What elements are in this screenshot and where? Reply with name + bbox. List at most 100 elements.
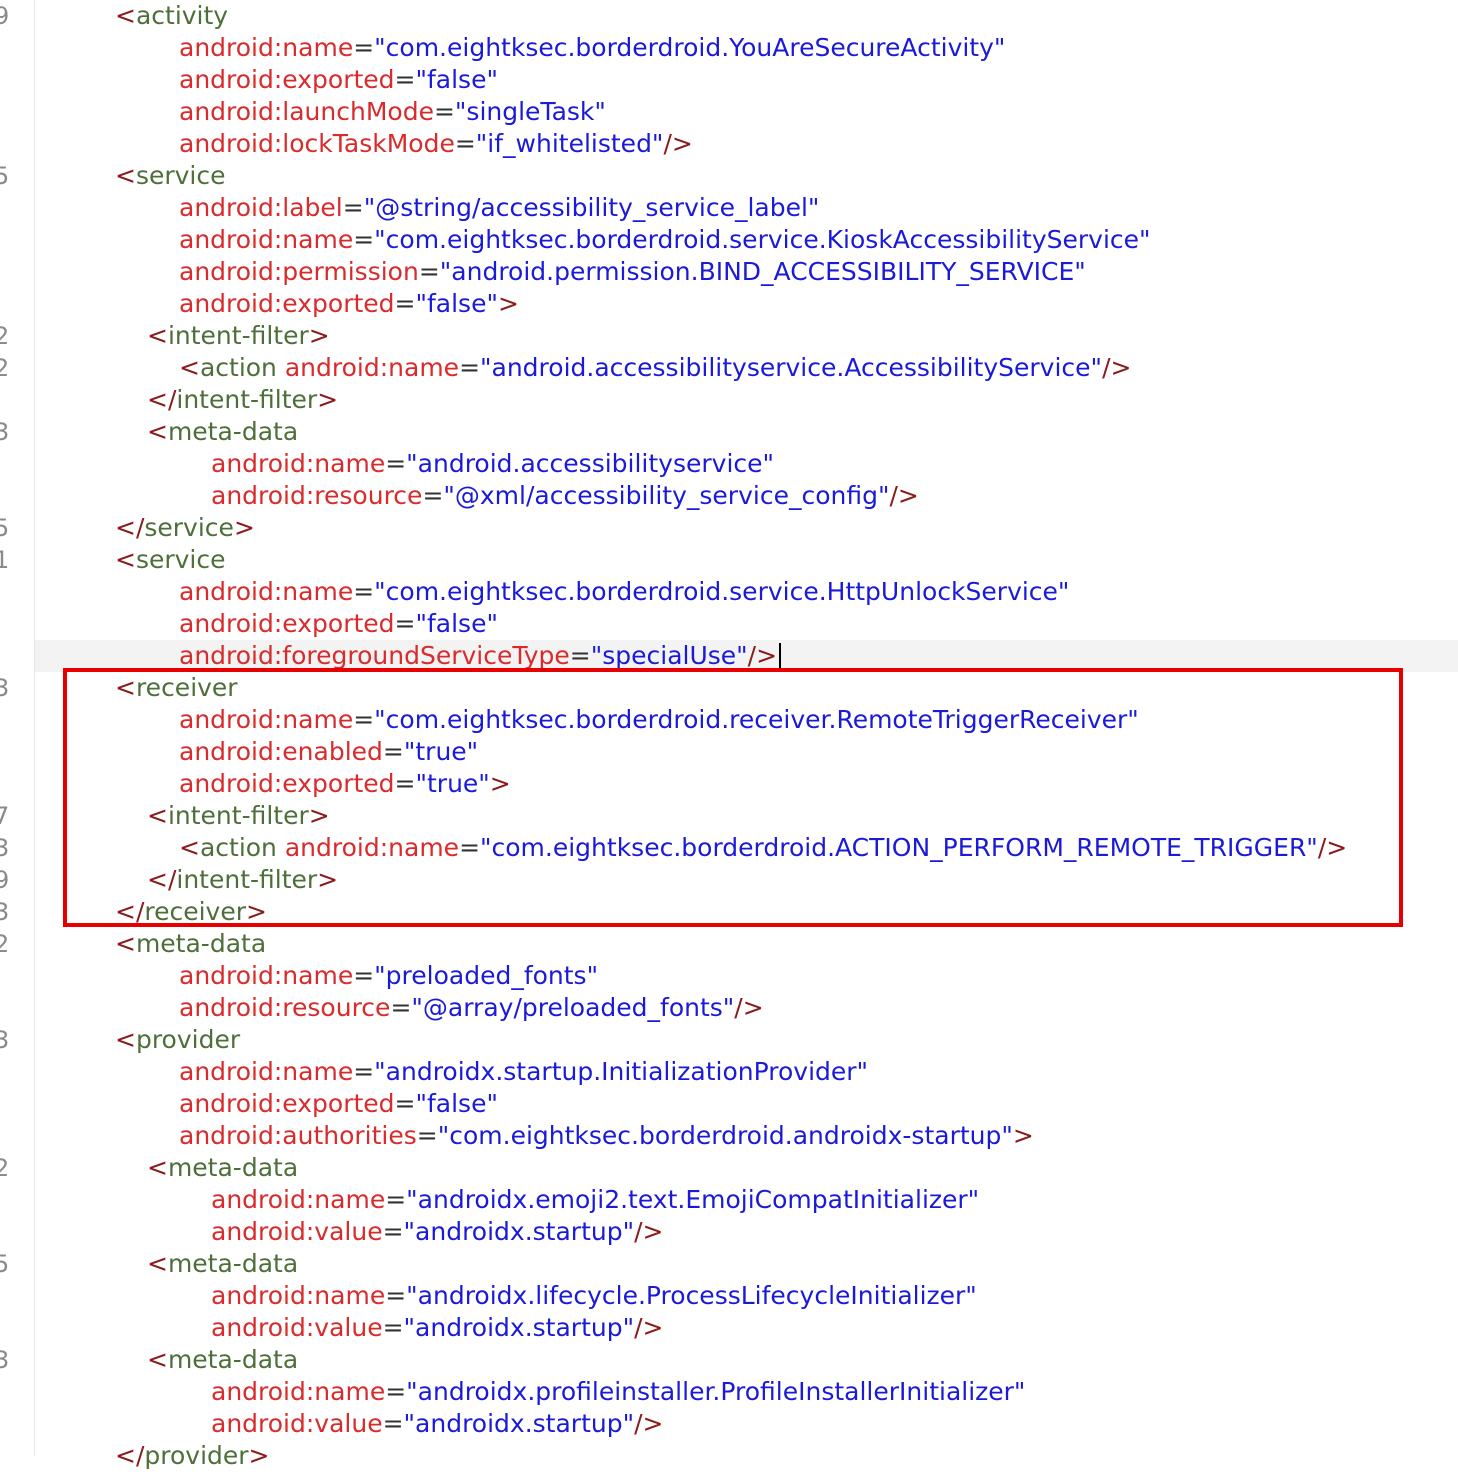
code-line[interactable]: android:name="androidx.profileinstaller.… [211, 1376, 1025, 1408]
code-token-val: "false" [415, 609, 498, 638]
code-line[interactable]: </intent-filter> [147, 384, 338, 416]
line-number: 1 [0, 546, 8, 574]
code-line[interactable]: android:permission="android.permission.B… [179, 256, 1086, 288]
code-token-attr: android:resource [211, 481, 423, 510]
code-token-brk: < [147, 1345, 168, 1374]
code-line[interactable]: android:enabled="true" [179, 736, 478, 768]
code-line[interactable]: android:launchMode="singleTask" [179, 96, 606, 128]
code-token-brk: > [497, 289, 519, 318]
code-token-brk: < [147, 1153, 168, 1182]
code-token-val: "false" [415, 1089, 498, 1118]
code-line[interactable]: android:label="@string/accessibility_ser… [179, 192, 819, 224]
code-token-tag: meta-data [167, 1249, 299, 1278]
code-line[interactable]: android:resource="@array/preloaded_fonts… [179, 992, 764, 1024]
code-line[interactable]: <intent-filter> [147, 800, 330, 832]
code-token-tag: meta-data [167, 1153, 299, 1182]
line-number: 3 [0, 1346, 8, 1374]
code-line[interactable]: android:name="preloaded_fonts" [179, 960, 598, 992]
code-token-eq: = [569, 641, 591, 670]
code-token-eq: = [385, 1377, 407, 1406]
line-number: 9 [0, 2, 8, 30]
code-token-attr: android:name [211, 1185, 386, 1214]
code-token-val: "android.accessibilityservice.Accessibil… [480, 353, 1103, 382]
code-token-brk: </ [115, 513, 145, 542]
code-line[interactable]: <receiver [115, 672, 238, 704]
code-token-attr: android:exported [179, 769, 395, 798]
code-line[interactable]: android:value="androidx.startup"/> [211, 1216, 663, 1248]
code-line[interactable]: <meta-data [115, 928, 266, 960]
code-token-brk: > [308, 321, 330, 350]
code-token-brk: > [317, 865, 339, 894]
code-token-attr: android:name [179, 961, 354, 990]
code-line[interactable]: <provider [115, 1024, 240, 1056]
code-token-brk: < [115, 929, 136, 958]
code-line[interactable]: <meta-data [147, 416, 298, 448]
code-editor[interactable]: <activity android:name="com.eightksec.bor… [35, 0, 1458, 1470]
code-token-eq: = [416, 1121, 438, 1150]
code-line[interactable]: <service [115, 544, 226, 576]
code-token-tag: service [135, 161, 226, 190]
code-token-brk: /> [889, 481, 919, 510]
code-line[interactable]: android:name="com.eightksec.borderdroid.… [179, 576, 1069, 608]
code-line[interactable]: </provider> [115, 1440, 270, 1472]
code-token-val: "androidx.startup" [403, 1217, 635, 1246]
code-token-val: "android.accessibilityservice" [406, 449, 775, 478]
line-number: 2 [0, 1154, 8, 1182]
code-line[interactable]: <meta-data [147, 1344, 298, 1376]
code-line[interactable]: android:name="androidx.startup.Initializ… [179, 1056, 868, 1088]
code-token-val: "@array/preloaded_fonts" [411, 993, 735, 1022]
code-line[interactable]: android:value="androidx.startup"/> [211, 1408, 663, 1440]
code-line[interactable]: android:name="android.accessibilityservi… [211, 448, 774, 480]
code-token-attr: android:name [211, 449, 386, 478]
code-token-val: "if_whitelisted" [475, 129, 664, 158]
code-token-tag: intent-filter [176, 865, 318, 894]
code-token-eq: = [459, 833, 481, 862]
code-line[interactable]: android:exported="false" [179, 1088, 498, 1120]
line-number: 5 [0, 1250, 8, 1278]
code-token-brk: < [147, 417, 168, 446]
code-line[interactable]: android:lockTaskMode="if_whitelisted"/> [179, 128, 693, 160]
code-line[interactable]: <service [115, 160, 226, 192]
code-line[interactable]: android:resource="@xml/accessibility_ser… [211, 480, 919, 512]
code-token-tag: meta-data [167, 1345, 299, 1374]
code-line[interactable]: android:name="androidx.lifecycle.Process… [211, 1280, 977, 1312]
code-token-val: "com.eightksec.borderdroid.androidx-star… [437, 1121, 1013, 1150]
line-number: 3 [0, 834, 8, 862]
code-line[interactable]: android:name="androidx.emoji2.text.Emoji… [211, 1184, 979, 1216]
code-line[interactable]: android:exported="false" [179, 608, 498, 640]
code-line[interactable]: android:exported="false"> [179, 288, 519, 320]
code-line[interactable]: android:value="androidx.startup"/> [211, 1312, 663, 1344]
code-line[interactable]: <action android:name="android.accessibil… [179, 352, 1131, 384]
code-token-eq: = [385, 1281, 407, 1310]
code-line[interactable]: <meta-data [147, 1152, 298, 1184]
code-token-brk: /> [634, 1409, 664, 1438]
line-number-gutter: 9 5 2 2 3 5 1 3 7 3 9 3 2 3 2 5 3 [0, 0, 35, 1456]
code-line[interactable]: android:exported="true"> [179, 768, 511, 800]
code-line[interactable]: </service> [115, 512, 255, 544]
code-line[interactable]: <activity [115, 0, 228, 32]
code-line[interactable]: <action android:name="com.eightksec.bord… [179, 832, 1347, 864]
code-token-tag: intent-filter [167, 801, 309, 830]
code-token-tag: service [144, 513, 234, 542]
code-token-eq: = [353, 577, 375, 606]
code-token-attr: android:name [179, 577, 354, 606]
code-token-attr: android:name [179, 33, 354, 62]
code-token-tag: meta-data [167, 417, 299, 446]
code-token-brk: < [179, 833, 200, 862]
code-line[interactable]: <meta-data [147, 1248, 298, 1280]
code-line[interactable]: android:exported="false" [179, 64, 498, 96]
line-number: 3 [0, 418, 8, 446]
code-line[interactable]: android:authorities="com.eightksec.borde… [179, 1120, 1034, 1152]
code-token-attr: android:name [211, 1281, 386, 1310]
line-number: 2 [0, 930, 8, 958]
code-token-brk: < [147, 321, 168, 350]
code-line[interactable]: <intent-filter> [147, 320, 330, 352]
code-line[interactable]: </receiver> [115, 896, 267, 928]
code-line[interactable]: android:name="com.eightksec.borderdroid.… [179, 32, 1005, 64]
code-line[interactable]: android:name="com.eightksec.borderdroid.… [179, 704, 1139, 736]
code-line[interactable]: </intent-filter> [147, 864, 338, 896]
code-line[interactable]: android:name="com.eightksec.borderdroid.… [179, 224, 1151, 256]
code-line[interactable]: android:foregroundServiceType="specialUs… [179, 640, 782, 672]
line-number: 7 [0, 802, 8, 830]
code-token-attr: android:enabled [179, 737, 383, 766]
